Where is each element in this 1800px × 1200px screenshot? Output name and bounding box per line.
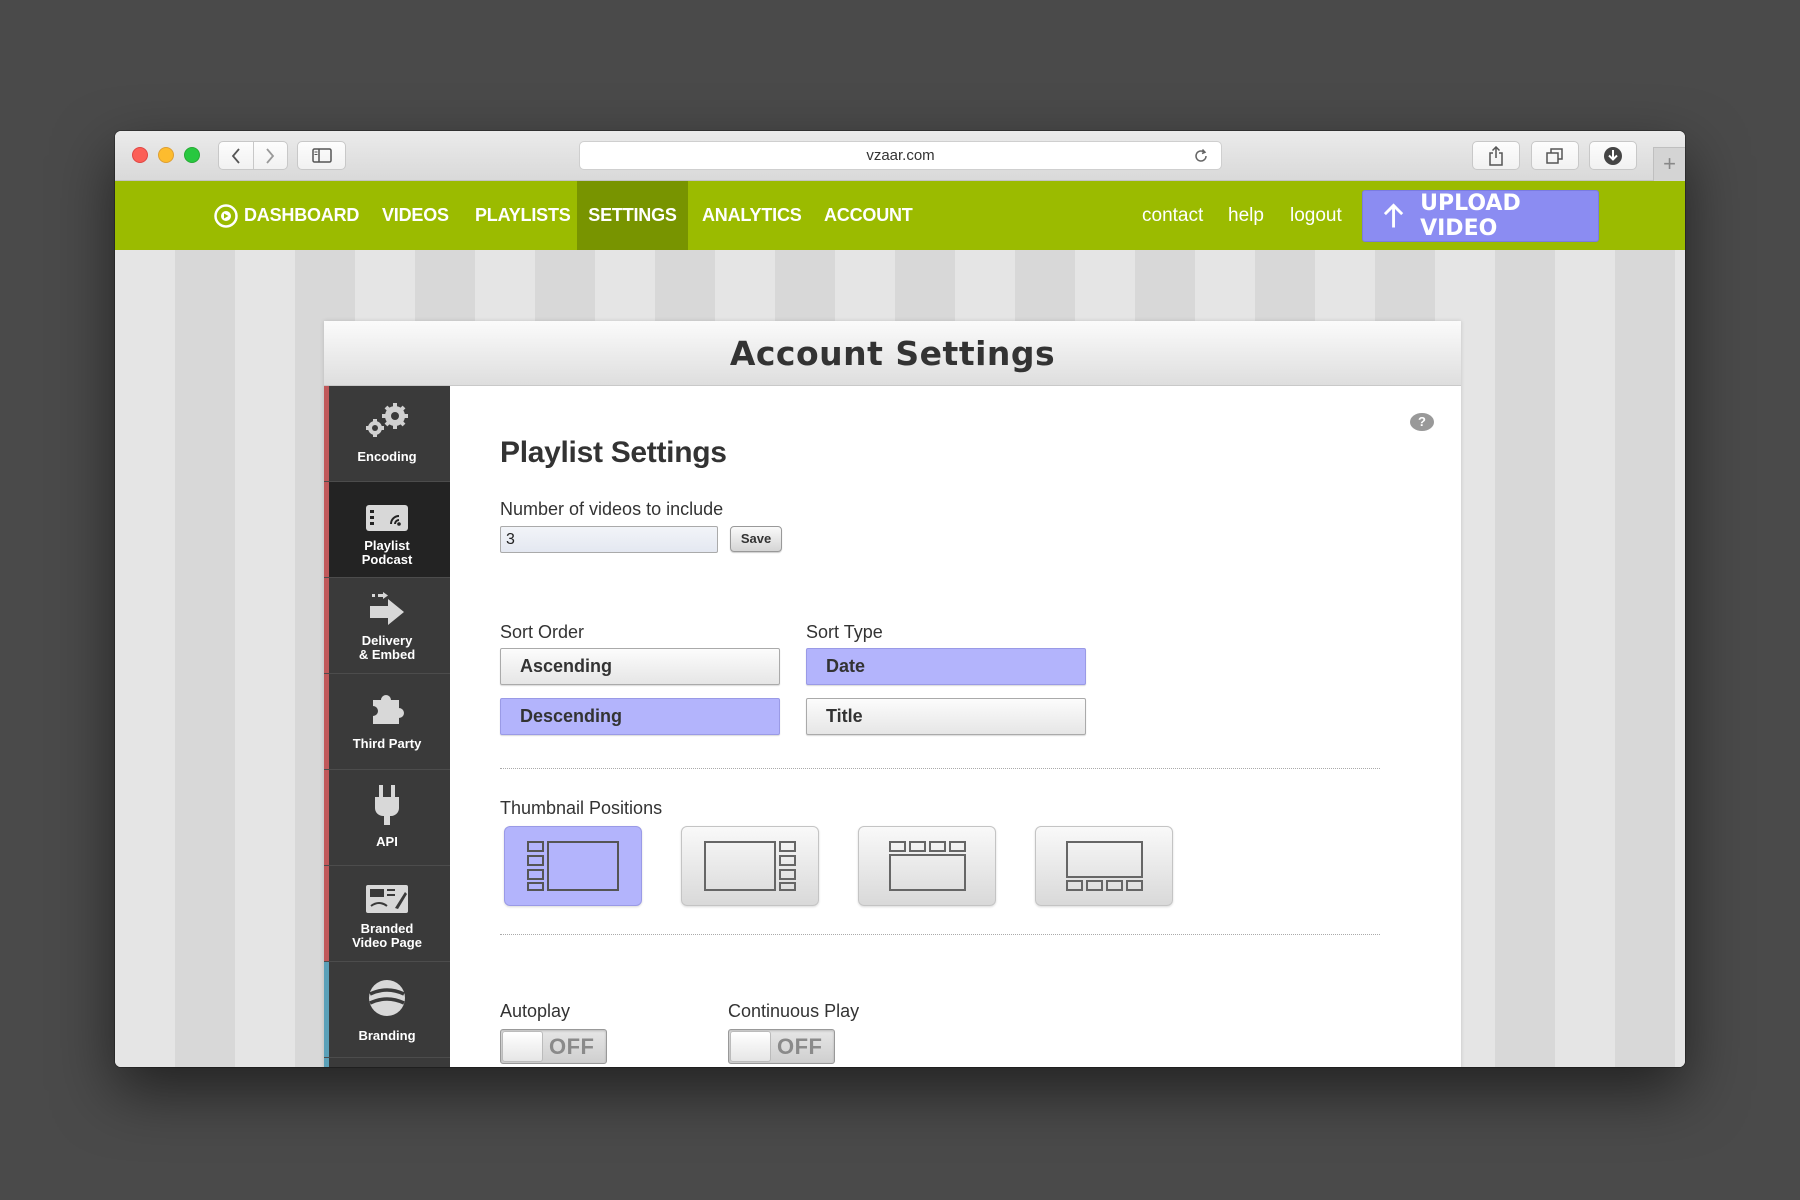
- playlist-settings-form: ? Playlist Settings Number of videos to …: [450, 386, 1461, 1067]
- save-button[interactable]: Save: [730, 526, 782, 552]
- forward-button[interactable]: [252, 142, 288, 169]
- minimize-window-button[interactable]: [158, 147, 174, 163]
- thumbnails-right-layout-icon: [704, 841, 796, 891]
- nav-account-label: ACCOUNT: [824, 205, 913, 225]
- help-link[interactable]: help: [1228, 181, 1264, 250]
- url-text: vzaar.com: [866, 147, 935, 164]
- nav-account[interactable]: ACCOUNT: [824, 181, 913, 250]
- nav-settings[interactable]: SETTINGS: [577, 181, 688, 250]
- toggle-knob: [730, 1031, 771, 1062]
- site-navigation: DASHBOARD VIDEOS PLAYLISTS SETTINGS ANAL…: [115, 181, 1685, 250]
- thumbnail-left-option[interactable]: [504, 826, 642, 906]
- upload-video-button[interactable]: UPLOAD VIDEO: [1362, 190, 1599, 242]
- nav-playlists[interactable]: PLAYLISTS: [475, 181, 571, 250]
- browser-window: vzaar.com + DASHBOARD VIDEOS PLAYLISTS S…: [115, 131, 1685, 1067]
- thumbnail-top-option[interactable]: [858, 826, 996, 906]
- branded-page-icon: [366, 885, 408, 913]
- playlist-podcast-icon: [366, 505, 408, 531]
- thumbnails-left-layout-icon: [527, 841, 619, 891]
- contact-link[interactable]: contact: [1142, 181, 1203, 250]
- help-icon[interactable]: ?: [1410, 413, 1434, 431]
- autoplay-label: Autoplay: [500, 1001, 571, 1021]
- thumbnails-top-layout-icon: [889, 841, 966, 891]
- sidebar-item-api[interactable]: API: [324, 770, 450, 866]
- nav-analytics-label: ANALYTICS: [702, 205, 802, 225]
- sidebar-item-playlist-podcast[interactable]: Playlist Podcast: [324, 482, 450, 578]
- nav-videos[interactable]: VIDEOS: [382, 181, 449, 250]
- sidebar-item-encoding[interactable]: Encoding: [324, 386, 450, 482]
- reload-icon[interactable]: [1193, 148, 1209, 164]
- sidebar-item-label: Delivery & Embed: [358, 633, 416, 662]
- sort-type-label: Sort Type: [806, 622, 883, 642]
- show-tabs-button[interactable]: [1531, 141, 1579, 170]
- delivery-arrow-icon: [370, 592, 404, 625]
- sidebar-item-label: Branding: [358, 1028, 416, 1043]
- nav-analytics[interactable]: ANALYTICS: [702, 181, 802, 250]
- thumbnail-right-option[interactable]: [681, 826, 819, 906]
- gears-icon: [366, 403, 408, 437]
- sidebar-item-more[interactable]: [324, 1058, 450, 1067]
- dashboard-logo-icon: [214, 204, 238, 228]
- nav-playlists-label: PLAYLISTS: [475, 205, 571, 225]
- downloads-button[interactable]: [1589, 141, 1637, 170]
- continuous-play-state: OFF: [777, 1034, 823, 1059]
- continuous-play-toggle[interactable]: OFF: [728, 1029, 835, 1064]
- nav-settings-label: SETTINGS: [588, 205, 677, 225]
- thumbnails-bottom-layout-icon: [1066, 841, 1143, 891]
- branding-globe-icon: [369, 980, 405, 1016]
- show-sidebar-button[interactable]: [297, 141, 346, 170]
- new-tab-button[interactable]: +: [1653, 147, 1685, 181]
- browser-toolbar: vzaar.com +: [115, 131, 1685, 181]
- sort-title-option[interactable]: Title: [806, 698, 1086, 735]
- history-nav: [218, 141, 288, 170]
- sort-ascending-option[interactable]: Ascending: [500, 648, 780, 685]
- sidebar-item-branded-video-page[interactable]: Branded Video Page: [324, 866, 450, 962]
- num-videos-label: Number of videos to include: [500, 499, 724, 519]
- sidebar-item-label: Branded Video Page: [352, 921, 422, 950]
- logout-link[interactable]: logout: [1290, 181, 1342, 250]
- sidebar-item-label: Third Party: [352, 736, 422, 751]
- download-icon: [1604, 146, 1622, 165]
- settings-sidebar: Encoding Playlist Podcast Delivery & Emb…: [324, 386, 450, 1067]
- share-icon: [1489, 145, 1503, 166]
- share-button[interactable]: [1472, 141, 1520, 170]
- puzzle-piece-icon: [373, 695, 404, 724]
- address-bar[interactable]: vzaar.com: [579, 141, 1222, 170]
- thumbnail-positions-label: Thumbnail Positions: [500, 798, 663, 818]
- section-title: Playlist Settings: [500, 436, 727, 469]
- continuous-play-label: Continuous Play: [728, 1001, 860, 1021]
- nav-dashboard[interactable]: DASHBOARD: [214, 181, 359, 250]
- sidebar-item-third-party[interactable]: Third Party: [324, 674, 450, 770]
- autoplay-state: OFF: [549, 1034, 595, 1059]
- nav-dashboard-label: DASHBOARD: [244, 205, 360, 225]
- sort-date-option[interactable]: Date: [806, 648, 1086, 685]
- nav-videos-label: VIDEOS: [382, 205, 449, 225]
- plug-icon: [375, 785, 399, 825]
- thumbnail-bottom-option[interactable]: [1035, 826, 1173, 906]
- close-window-button[interactable]: [132, 147, 148, 163]
- sidebar-item-branding[interactable]: Branding: [324, 962, 450, 1058]
- chevron-left-icon: [231, 147, 240, 164]
- sidebar-icon: [311, 148, 332, 163]
- tabs-overview-icon: [1546, 147, 1563, 164]
- sort-descending-option[interactable]: Descending: [500, 698, 780, 735]
- back-button[interactable]: [219, 142, 253, 169]
- upload-video-label: UPLOAD VIDEO: [1420, 191, 1521, 241]
- divider: [500, 768, 1380, 769]
- sidebar-item-label: Encoding: [357, 449, 417, 464]
- chevron-right-icon: [266, 147, 275, 164]
- upload-arrow-icon: [1383, 203, 1404, 228]
- sidebar-item-label: API: [376, 834, 398, 849]
- sort-order-label: Sort Order: [500, 622, 585, 642]
- divider: [500, 934, 1380, 935]
- sidebar-item-label: Playlist Podcast: [361, 538, 413, 567]
- zoom-window-button[interactable]: [184, 147, 200, 163]
- sidebar-item-delivery-embed[interactable]: Delivery & Embed: [324, 578, 450, 674]
- num-videos-input[interactable]: 3: [500, 526, 718, 553]
- account-settings-panel: Account Settings Encoding Playlist Podca…: [324, 321, 1461, 1067]
- autoplay-toggle[interactable]: OFF: [500, 1029, 607, 1064]
- panel-title: Account Settings: [324, 321, 1461, 386]
- toggle-knob: [502, 1031, 543, 1062]
